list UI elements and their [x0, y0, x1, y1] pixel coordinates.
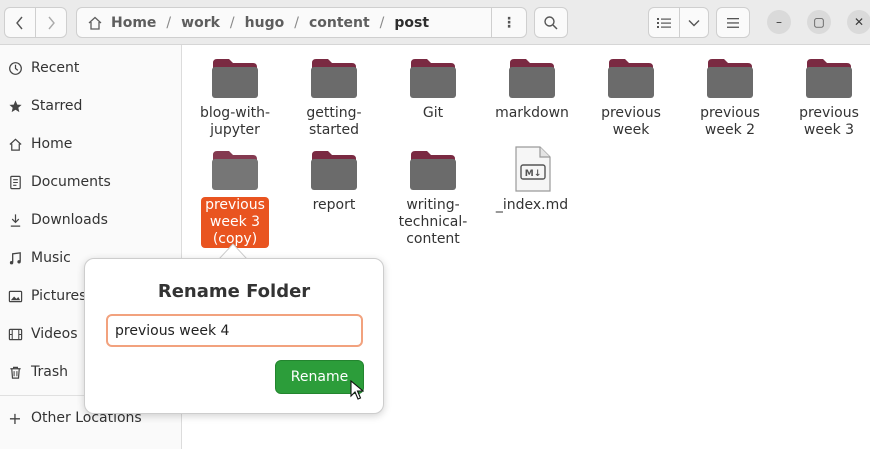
minimize-icon: –: [776, 15, 782, 29]
breadcrumb-content[interactable]: content: [307, 15, 372, 31]
folder-icon: [311, 59, 357, 98]
sidebar-item-label: Documents: [31, 174, 111, 190]
folder-item[interactable]: markdown: [483, 55, 581, 122]
home-icon: [88, 16, 102, 30]
file-name: previous week: [601, 105, 661, 138]
folder-item-selected[interactable]: previous week 3 (copy): [186, 147, 284, 248]
home-icon: [7, 136, 23, 152]
sidebar-item-label: Videos: [31, 326, 78, 342]
view-list-button[interactable]: [648, 7, 680, 38]
sidebar-item-documents[interactable]: Documents: [0, 165, 181, 199]
breadcrumb-work[interactable]: work: [179, 15, 222, 31]
file-name: previous week 3 (copy): [201, 197, 269, 248]
sidebar-item-recent[interactable]: Recent: [0, 51, 181, 85]
folder-icon: [509, 59, 555, 98]
chevron-left-icon: [16, 16, 23, 29]
file-name: previous week 3: [799, 105, 859, 138]
rename-input[interactable]: [106, 314, 363, 347]
breadcrumb-hugo[interactable]: hugo: [243, 15, 287, 31]
markdown-file-icon: M↓: [515, 146, 551, 192]
breadcrumb-separator: /: [229, 14, 235, 31]
folder-icon: [212, 59, 258, 98]
folder-icon: [212, 151, 258, 190]
main-menu-button[interactable]: [716, 7, 750, 38]
path-menu-button[interactable]: ⋮: [491, 7, 527, 38]
vertical-dots-icon: ⋮: [502, 14, 516, 31]
folder-icon: [410, 59, 456, 98]
forward-button[interactable]: [35, 7, 67, 38]
search-icon: [544, 15, 558, 30]
file-name: writing- technical- content: [398, 197, 468, 247]
minimize-button[interactable]: –: [767, 10, 791, 34]
chevron-right-icon: [48, 16, 55, 29]
breadcrumb-separator: /: [294, 14, 299, 31]
folder-item[interactable]: report: [285, 147, 383, 214]
markdown-badge: M↓: [525, 169, 542, 179]
file-name: getting- started: [306, 105, 362, 138]
folder-icon: [707, 59, 753, 98]
sidebar-item-label: Music: [31, 250, 71, 266]
sidebar-item-label: Trash: [31, 364, 68, 380]
sidebar-item-label: Downloads: [31, 212, 108, 228]
breadcrumb-post[interactable]: post: [392, 15, 431, 31]
breadcrumb-home[interactable]: Home: [109, 15, 158, 31]
sidebar-item-label: Pictures: [31, 288, 87, 304]
music-icon: [7, 250, 23, 266]
folder-item[interactable]: getting- started: [285, 55, 383, 139]
back-button[interactable]: [4, 7, 36, 38]
dialog-title: Rename Folder: [157, 281, 311, 302]
file-name: report: [312, 197, 356, 213]
folder-icon: [410, 151, 456, 190]
list-view-icon: [657, 17, 671, 28]
file-name: _index.md: [495, 197, 569, 213]
sidebar-item-starred[interactable]: Starred: [0, 89, 181, 123]
rename-dialog: Rename Folder Rename: [84, 258, 384, 414]
file-name: Git: [422, 105, 444, 121]
file-name: blog-with- jupyter: [199, 105, 271, 138]
breadcrumb: Home / work / hugo / content / post: [76, 7, 492, 38]
chevron-down-icon: [688, 19, 700, 26]
trash-icon: [7, 364, 23, 380]
popover-arrow: [219, 243, 247, 259]
hamburger-menu-icon: [727, 17, 739, 28]
folder-item[interactable]: previous week: [582, 55, 680, 139]
plus-icon: +: [8, 408, 22, 428]
close-icon: ✕: [853, 15, 865, 29]
video-icon: [7, 326, 23, 342]
maximize-button[interactable]: ▢: [807, 10, 831, 34]
breadcrumb-separator: /: [166, 14, 172, 31]
file-name: markdown: [495, 105, 569, 121]
folder-icon: [806, 59, 852, 98]
folder-icon: [608, 59, 654, 98]
file-name: previous week 2: [700, 105, 760, 138]
picture-icon: [7, 288, 23, 304]
sidebar-item-label: Home: [31, 136, 73, 152]
folder-item[interactable]: Git: [384, 55, 482, 122]
folder-item[interactable]: previous week 2: [681, 55, 779, 139]
sidebar-item-label: Recent: [31, 60, 80, 76]
folder-item[interactable]: blog-with- jupyter: [186, 55, 284, 139]
close-button[interactable]: ✕: [847, 10, 870, 34]
star-icon: [7, 98, 23, 114]
document-icon: [7, 174, 23, 190]
view-options-dropdown[interactable]: [679, 7, 709, 38]
clock-icon: [7, 60, 23, 76]
maximize-icon: ▢: [813, 15, 825, 29]
sidebar-item-downloads[interactable]: Downloads: [0, 203, 181, 237]
folder-item[interactable]: previous week 3: [780, 55, 870, 139]
search-button[interactable]: [534, 7, 568, 38]
folder-icon: [311, 151, 357, 190]
breadcrumb-separator: /: [379, 14, 385, 31]
sidebar-item-home[interactable]: Home: [0, 127, 181, 161]
header-bar: Home / work / hugo / content / post ⋮ – …: [0, 0, 870, 45]
folder-item[interactable]: writing- technical- content: [384, 147, 482, 248]
sidebar-item-label: Starred: [31, 98, 83, 114]
file-item[interactable]: M↓ _index.md: [483, 145, 581, 214]
mouse-cursor-icon: [350, 380, 364, 400]
download-icon: [7, 212, 23, 228]
